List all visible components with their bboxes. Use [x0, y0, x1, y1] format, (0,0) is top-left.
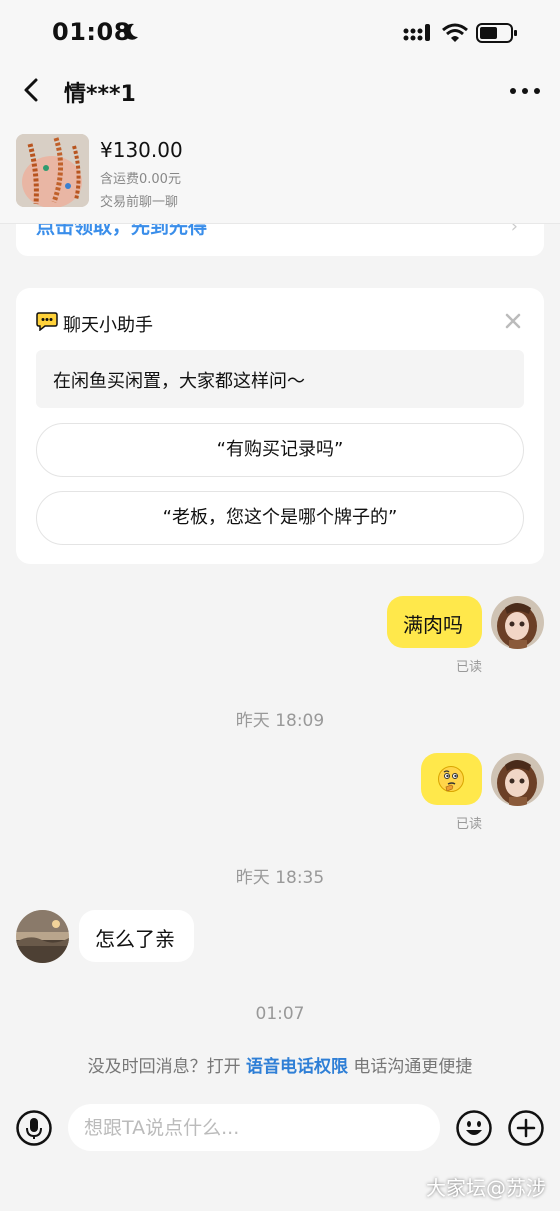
- nav-bar: 情***1: [0, 66, 560, 116]
- voice-call-hint: 没及时回消息？打开 语音电话权限 电话沟通更便捷: [0, 1052, 560, 1077]
- chat-bubble-icon: [36, 312, 58, 331]
- message-bubble-other[interactable]: 怎么了亲: [79, 910, 194, 962]
- voice-permission-link[interactable]: 语音电话权限: [246, 1057, 348, 1077]
- chat-assistant-card: 聊天小助手 在闲鱼买闲置，大家都这样问～ “有购买记录吗” “老板，您这个是哪个…: [16, 288, 544, 564]
- avatar[interactable]: [491, 753, 544, 806]
- read-receipt: 已读: [456, 817, 483, 832]
- timestamp: 01:07: [255, 1004, 305, 1024]
- hint-prefix: 没及时回消息？打开: [87, 1057, 246, 1077]
- product-thumbnail[interactable]: [16, 134, 89, 207]
- assistant-title: 聊天小助手: [63, 315, 153, 336]
- read-receipt: 已读: [456, 660, 483, 675]
- timestamp: 昨天 18:35: [235, 868, 325, 888]
- message-bubble-self[interactable]: [421, 753, 482, 805]
- chat-before-trade-label: 交易前聊一聊: [100, 195, 179, 210]
- status-bar: 01:08: [0, 0, 560, 66]
- input-bar: [0, 1092, 560, 1172]
- hint-suffix: 电话沟通更便捷: [348, 1057, 473, 1077]
- back-button[interactable]: [16, 74, 48, 106]
- moon-icon: [123, 23, 138, 40]
- message-text: 满肉吗: [403, 613, 463, 637]
- shipping-fee: 含运费0.00元: [100, 172, 181, 187]
- message-text: 怎么了亲: [95, 927, 175, 951]
- assistant-note: 在闲鱼买闲置，大家都这样问～: [36, 350, 524, 408]
- product-card[interactable]: ¥130.00 含运费0.00元 交易前聊一聊: [0, 116, 560, 224]
- plus-button[interactable]: [508, 1110, 544, 1146]
- message-bubble-self[interactable]: 满肉吗: [387, 596, 482, 648]
- voice-input-button[interactable]: [16, 1110, 52, 1146]
- more-options-button[interactable]: [508, 76, 542, 106]
- message-input[interactable]: [68, 1104, 440, 1151]
- chevron-right-icon: ›: [510, 224, 518, 237]
- promo-banner[interactable]: 点击领取，先到先得 ›: [16, 224, 544, 256]
- timestamp: 昨天 18:09: [235, 711, 325, 731]
- promo-text: 点击领取，先到先得: [36, 224, 208, 238]
- battery-icon: [476, 23, 517, 43]
- close-icon[interactable]: [502, 310, 524, 332]
- wifi-icon: [442, 23, 468, 42]
- emoji-button[interactable]: [456, 1110, 492, 1146]
- status-time: 01:08: [52, 18, 131, 46]
- signal-icon: [403, 24, 430, 41]
- watermark: 大家坛@苏涉: [426, 1176, 546, 1200]
- suggested-question[interactable]: “老板，您这个是哪个牌子的”: [36, 491, 524, 545]
- thinking-face-icon: [438, 766, 464, 792]
- product-price: ¥130.00: [100, 138, 183, 162]
- suggested-question[interactable]: “有购买记录吗”: [36, 423, 524, 477]
- avatar[interactable]: [491, 596, 544, 649]
- avatar[interactable]: [16, 910, 69, 963]
- chat-partner-name: 情***1: [64, 82, 136, 107]
